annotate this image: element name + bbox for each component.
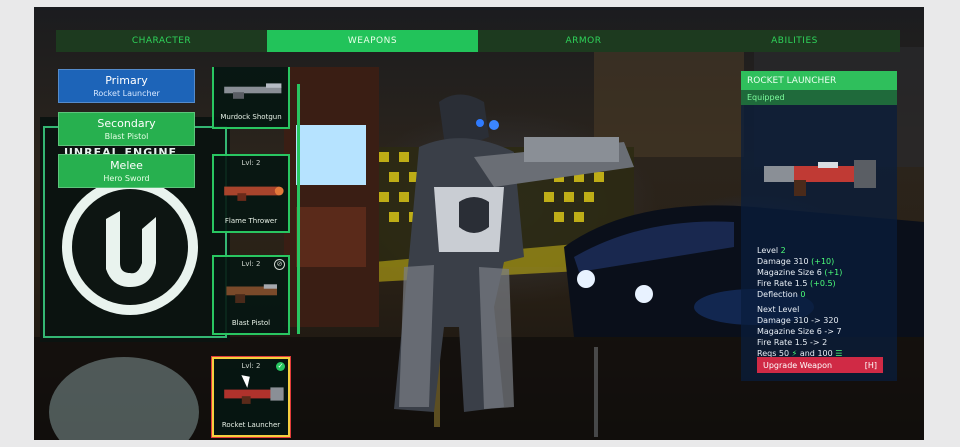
tab-armor[interactable]: ARMOR [478,30,689,52]
weapon-card-name: Flame Thrower [224,217,278,225]
stat-label: Fire Rate [757,279,793,288]
stat-label: Level [757,246,779,255]
stat-label: Damage [757,316,791,325]
game-viewport: CHARACTER WEAPONS ARMOR ABILITIES Primar… [34,7,924,440]
stat-label: Deflection [757,290,798,299]
stat-magazine-size: Magazine Size 6 (+1) [757,268,842,277]
next-damage: Damage 310 -> 320 [757,316,839,325]
slot-secondary[interactable]: Secondary Blast Pistol [58,112,195,146]
stat-bonus: (+10) [811,257,835,266]
weapon-card-name: Murdock Shotgun [220,113,282,121]
stat-value: 310 -> 320 [793,316,839,325]
stat-fire-rate: Fire Rate 1.5 (+0.5) [757,279,836,288]
stat-value: 310 [793,257,809,266]
rocket-launcher-icon [224,387,284,404]
next-fire-rate: Fire Rate 1.5 -> 2 [757,338,827,347]
stat-damage: Damage 310 (+10) [757,257,834,266]
weapon-card-rocket-launcher[interactable]: Lvl: 2 ✓ Rocket Launcher [211,356,291,438]
weapon-list-scrollbar[interactable] [297,84,300,334]
stat-label: Fire Rate [757,338,793,347]
slot-secondary-weapon: Blast Pistol [104,132,149,141]
weapon-card-name: Blast Pistol [231,319,271,327]
tab-weapons[interactable]: WEAPONS [267,30,478,52]
slot-primary[interactable]: Primary Rocket Launcher [58,69,195,103]
shotgun-icon [224,83,282,99]
upgrade-weapon-button[interactable]: Upgrade Weapon [H] [757,357,883,373]
stat-bonus: (+1) [824,268,843,277]
stat-label: Damage [757,257,791,266]
stat-deflection: Deflection 0 [757,290,805,299]
next-level-heading: Next Level [757,305,800,314]
stat-label: Magazine Size [757,327,815,336]
upgrade-weapon-label: Upgrade Weapon [763,360,833,370]
slot-secondary-title: Secondary [97,117,156,130]
flame-thrower-icon [224,186,284,201]
weapon-card-flame-thrower[interactable]: Lvl: 2 Flame Thrower [212,154,290,233]
stat-value: 1.5 -> 2 [794,338,828,347]
stat-value: 0 [800,290,806,299]
stat-value: 6 [816,268,822,277]
tab-bar: CHARACTER WEAPONS ARMOR ABILITIES [56,30,900,52]
weapon-card-name: Rocket Launcher [221,421,281,429]
locked-icon: ⊘ [274,259,285,270]
weapon-card-level: Lvl: 2 [241,159,261,167]
weapon-card-blast-pistol[interactable]: Lvl: 2 ⊘ Blast Pistol [212,255,290,335]
stat-value: 6 -> 7 [816,327,842,336]
stat-label: Magazine Size [757,268,815,277]
stat-level: Level 2 [757,246,786,255]
next-magazine-size: Magazine Size 6 -> 7 [757,327,842,336]
slot-primary-weapon: Rocket Launcher [93,89,160,98]
equipped-status: Equipped [741,90,897,105]
slot-melee-title: Melee [110,159,143,172]
tab-abilities[interactable]: ABILITIES [689,30,900,52]
stat-value: 2 [780,246,786,255]
slot-melee-weapon: Hero Sword [103,174,150,183]
weapon-card-murdock-shotgun[interactable]: Murdock Shotgun [212,67,290,129]
tab-character[interactable]: CHARACTER [56,30,267,52]
weapon-detail-title: ROCKET LAUNCHER [741,71,897,90]
stat-bonus: (+0.5) [810,279,836,288]
slot-primary-title: Primary [105,74,148,87]
upgrade-hotkey: [H] [864,360,877,370]
stat-value: 1.5 [794,279,808,288]
rocket-launcher-preview-icon [764,160,876,196]
blast-pistol-icon [226,284,277,303]
slot-melee[interactable]: Melee Hero Sword [58,154,195,188]
equipped-check-icon: ✓ [276,362,285,371]
